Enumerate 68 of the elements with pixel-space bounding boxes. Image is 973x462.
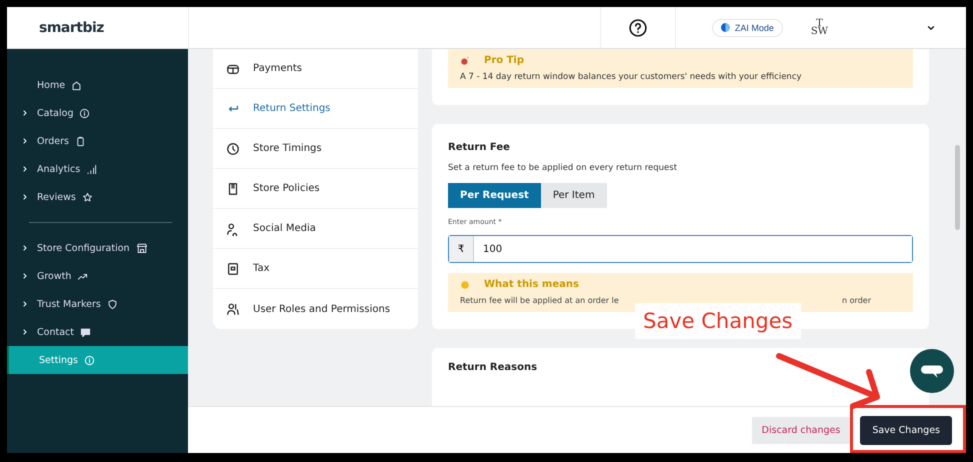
section-description: Set a return fee to be applied on every return request (448, 163, 678, 173)
chevron-right-icon (21, 193, 29, 201)
help-icon[interactable] (628, 18, 648, 38)
sidebar-item[interactable]: Home (7, 71, 188, 99)
chevron-right-icon (21, 328, 29, 336)
sidebar-item[interactable]: Catalog (7, 99, 188, 127)
section-title: Return Fee (448, 142, 511, 153)
info-icon (84, 354, 95, 366)
sidebar-label: Reviews (37, 192, 76, 202)
save-button[interactable]: Save Changes (860, 416, 952, 444)
clock-icon (226, 142, 240, 156)
chevron-right-icon (21, 109, 29, 117)
shield-icon (106, 298, 118, 310)
section-title: Return Reasons (448, 362, 538, 373)
tip-title: Pro Tip (484, 55, 524, 66)
scrollbar-thumb[interactable] (955, 145, 960, 230)
sidebar-label: Orders (37, 136, 69, 146)
settings-menu-item[interactable]: Return Settings (213, 89, 418, 129)
chat-icon (80, 326, 91, 338)
people-icon (226, 222, 240, 236)
sidebar-label: Catalog (37, 108, 74, 118)
sidebar-label: Growth (37, 270, 72, 282)
document-icon (226, 182, 240, 196)
sidebar-item[interactable]: Contact (7, 318, 188, 346)
users-icon (226, 302, 240, 316)
sidebar-item[interactable]: Growth (7, 262, 188, 290)
settings-menu-item[interactable]: User Roles and Permissions (213, 289, 418, 329)
info-icon (79, 108, 90, 118)
tax-document-icon (226, 262, 240, 276)
chevron-right-icon (21, 272, 29, 280)
home-icon (71, 80, 82, 90)
settings-menu-item[interactable]: Payments (213, 49, 418, 89)
clipboard-icon (74, 136, 86, 146)
settings-menu-item[interactable]: Tax (213, 249, 418, 289)
sidebar-label: Analytics (37, 164, 80, 174)
sidebar-item[interactable]: Reviews (7, 183, 188, 211)
chevron-right-icon (21, 137, 29, 145)
store-icon (136, 242, 148, 254)
sidebar-label: Store Configuration (37, 242, 130, 254)
sidebar-label: Trust Markers (37, 298, 101, 310)
sidebar-item[interactable]: Orders (7, 127, 188, 155)
settings-menu-item[interactable]: Store Policies (213, 169, 418, 209)
bar-chart-icon (86, 164, 98, 174)
annotation-label: Save Changes (635, 303, 801, 339)
sidebar-label: Contact (37, 326, 74, 338)
sidebar-label: Home (37, 80, 66, 90)
fee-option[interactable]: Per Item (540, 183, 607, 208)
sidebar-item[interactable]: Trust Markers (7, 290, 188, 318)
mode-toggle[interactable]: ZAI Mode (712, 18, 783, 36)
info-text: Return fee will be applied at an order le (460, 296, 619, 305)
fee-option[interactable]: Per Request (448, 183, 541, 208)
amount-field[interactable]: ₹ 100 (448, 235, 913, 263)
discard-button[interactable]: Discard changes (752, 416, 850, 444)
chevron-right-icon (21, 300, 29, 308)
sidebar-item[interactable]: Analytics (7, 155, 188, 183)
chevron-right-icon (21, 244, 29, 252)
sidebar-label: Settings (39, 354, 78, 366)
store-logo: T SW (810, 20, 828, 36)
settings-menu-item[interactable]: Social Media (213, 209, 418, 249)
tip-text: A 7 - 14 day return window balances your customers' needs with your efficiency (460, 72, 803, 82)
logo[interactable]: smartbiz (39, 20, 104, 36)
info-text: n order (842, 296, 871, 305)
settings-menu-item[interactable]: Store Timings (213, 129, 418, 169)
chevron-right-icon (21, 165, 29, 173)
sidebar-item[interactable]: Store Configuration (7, 234, 188, 262)
star-icon (82, 192, 93, 202)
info-title: What this means (484, 279, 579, 290)
help-icon (628, 18, 647, 36)
